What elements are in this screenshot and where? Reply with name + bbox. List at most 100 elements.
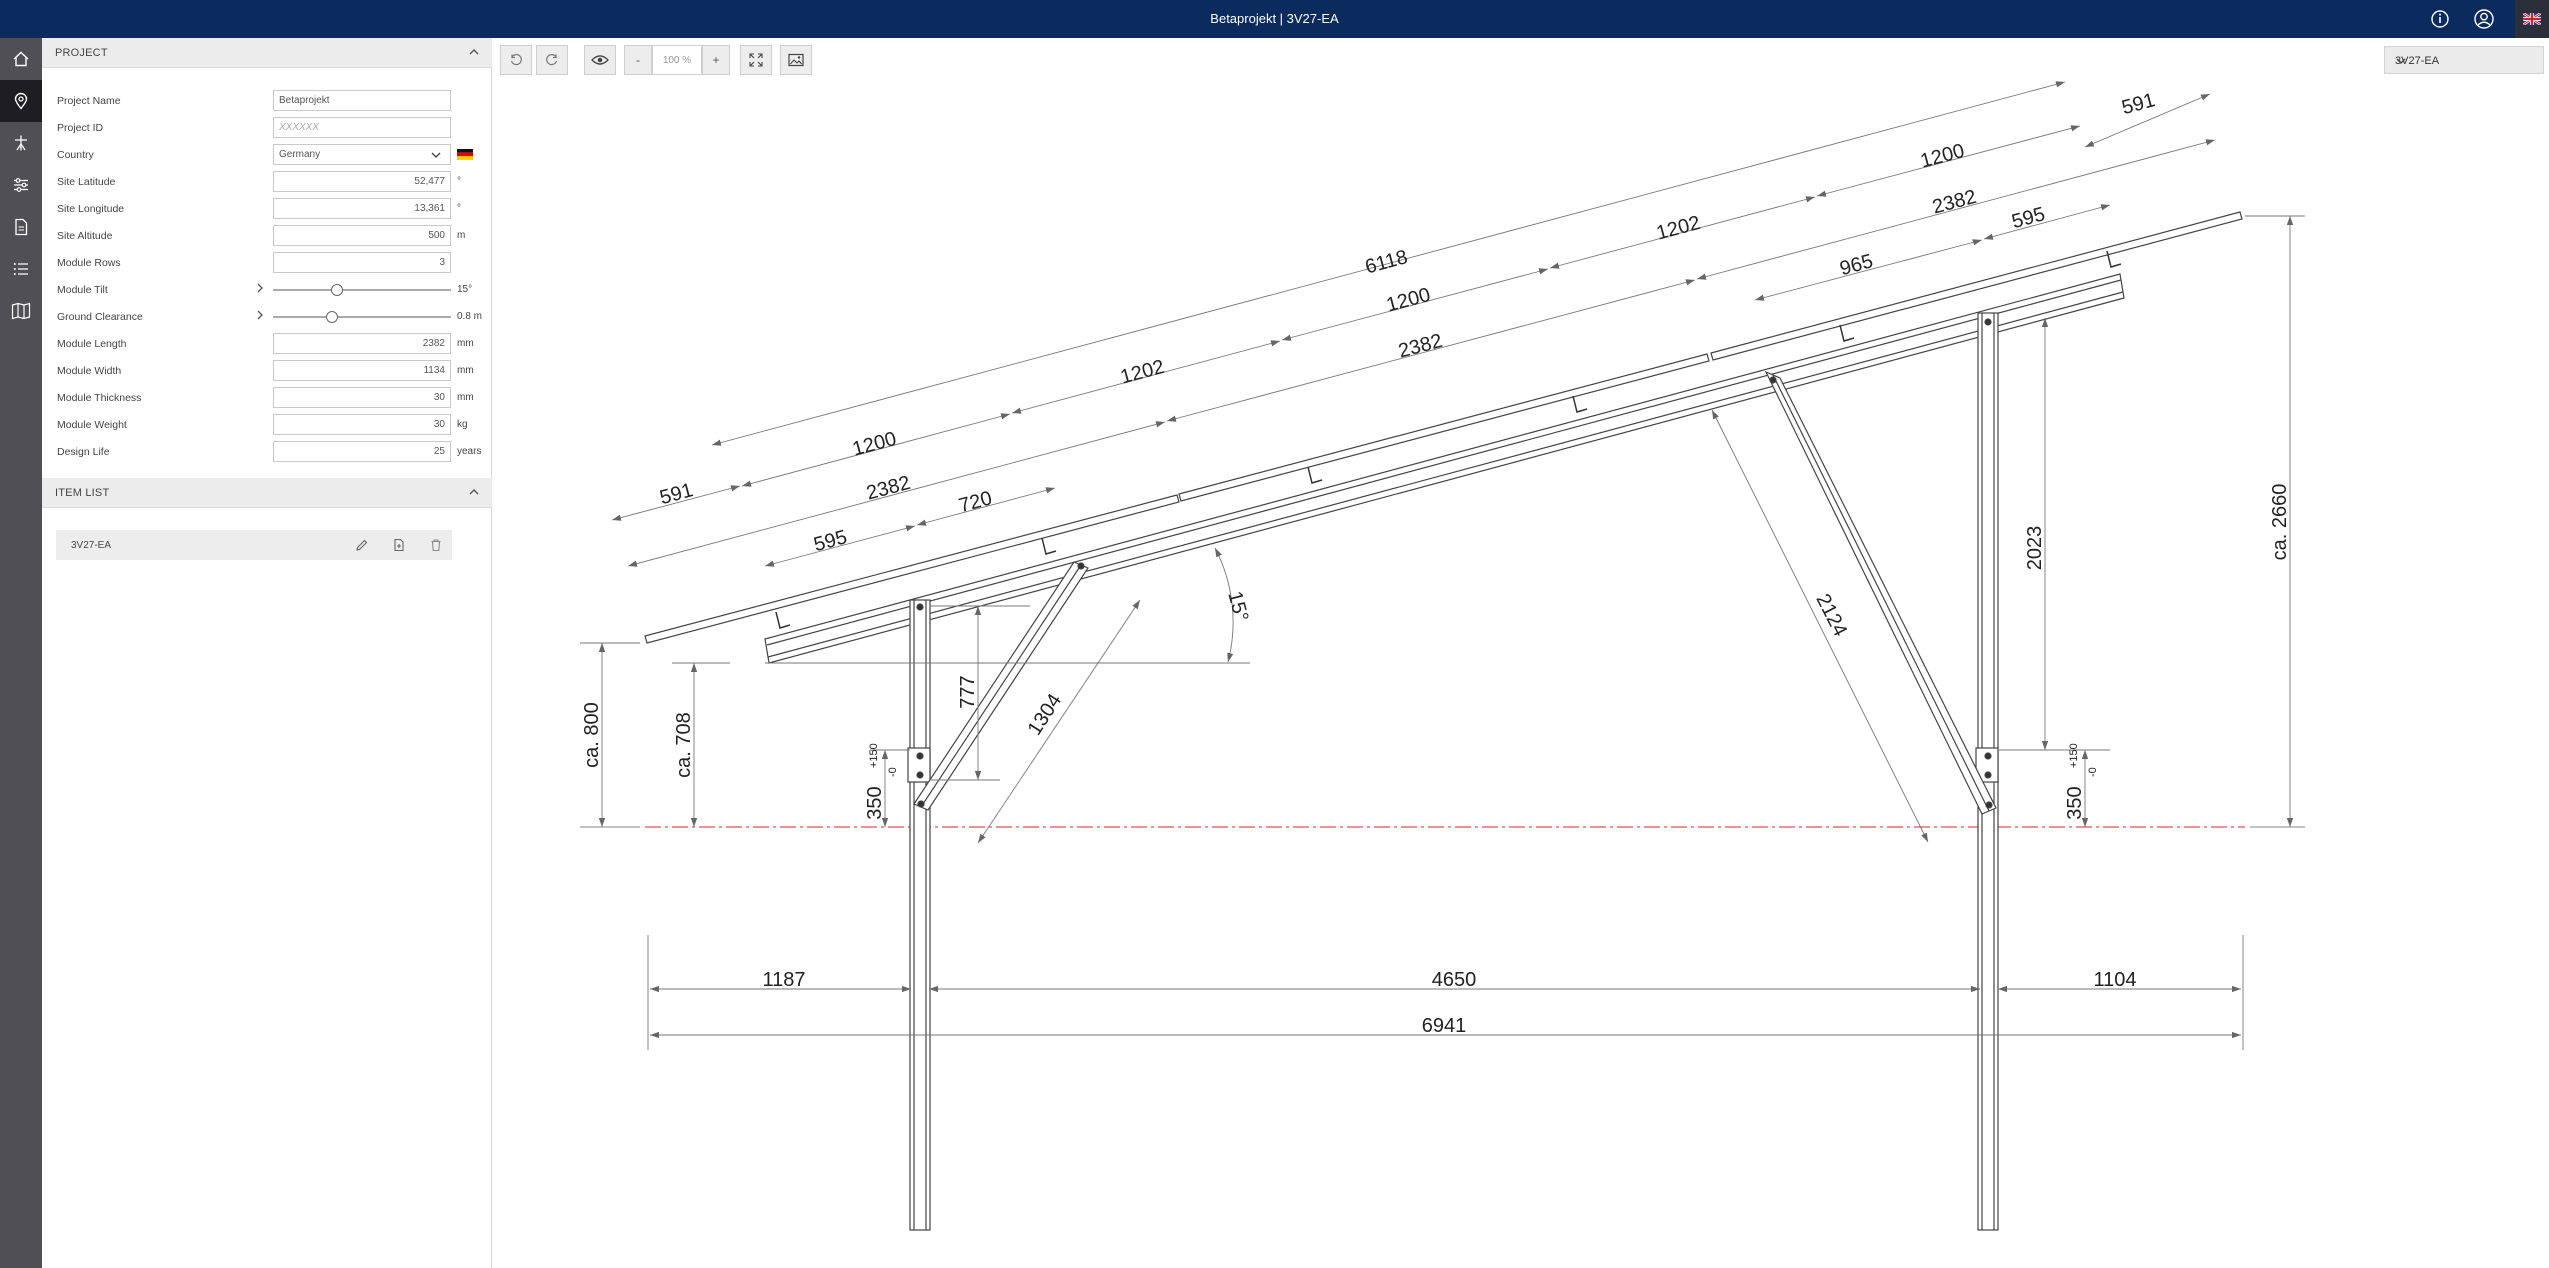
collapse-chevron-icon[interactable] xyxy=(468,486,480,501)
project-name-input[interactable]: Betaprojekt xyxy=(273,90,451,111)
zoom-out-button[interactable]: - xyxy=(624,45,652,75)
latitude-row: Site Latitude 52,477 ° xyxy=(42,169,492,195)
dim-segment: 1200 xyxy=(1384,284,1433,317)
country-select[interactable]: Germany xyxy=(273,144,451,165)
tol-plus-rear: +150 xyxy=(2068,743,2080,768)
item-list-section-header[interactable]: ITEM LIST xyxy=(42,478,492,508)
latitude-unit: ° xyxy=(457,176,461,187)
design-life-unit: years xyxy=(457,446,482,457)
longitude-input[interactable]: 13,361 xyxy=(273,198,451,219)
collapse-chevron-icon[interactable] xyxy=(468,46,480,61)
module-tilt-label: Module Tilt xyxy=(57,284,108,296)
dim-rear-height: 2023 xyxy=(2024,526,2046,571)
altitude-input[interactable]: 500 xyxy=(273,225,451,246)
ground-clearance-value: 0.8 m xyxy=(457,311,483,322)
module-tilt-slider-knob[interactable] xyxy=(331,284,344,296)
tolerance-labels: +150 -0 +150 -0 xyxy=(868,743,2099,777)
project-section-header[interactable]: PROJECT xyxy=(42,38,492,68)
location-pin-icon[interactable] xyxy=(0,80,42,122)
brace xyxy=(913,370,1997,815)
module-thickness-input[interactable]: 30 xyxy=(273,387,451,408)
dim-bottom-total: 6941 xyxy=(1422,1015,1467,1037)
rail-beam xyxy=(764,273,2125,664)
module-weight-unit: kg xyxy=(457,419,468,430)
dim-front-embed: 350 xyxy=(864,786,886,819)
dim-module-length: 2382 xyxy=(1930,186,1979,219)
purlin-brackets xyxy=(775,250,2122,629)
fit-screen-icon[interactable] xyxy=(740,45,772,75)
dim-bottom-rear: 1104 xyxy=(2093,969,2136,991)
module-length-unit: mm xyxy=(457,338,474,349)
document-icon[interactable] xyxy=(0,206,42,248)
project-name-label: Project Name xyxy=(57,95,121,107)
module-weight-label: Module Weight xyxy=(57,419,127,431)
map-icon[interactable] xyxy=(0,290,42,332)
redo-icon[interactable] xyxy=(536,45,568,75)
dim-module-length: 2382 xyxy=(1396,330,1445,363)
module-width-input[interactable]: 1134 xyxy=(273,360,451,381)
dimension-labels: 6118 591 591 1200 1202 1200 1202 1200 23… xyxy=(581,89,2291,1037)
dim-bottom-front: 1187 xyxy=(762,969,805,991)
dim-segment: 1202 xyxy=(1118,356,1167,389)
duplicate-icon[interactable] xyxy=(391,537,407,553)
item-name: 3V27-EA xyxy=(71,540,112,551)
user-icon[interactable] xyxy=(2469,4,2499,34)
dim-rear-embed: 350 xyxy=(2064,786,2086,819)
module-width-label: Module Width xyxy=(57,365,122,377)
dimension-lines xyxy=(580,81,2305,1050)
longitude-label: Site Longitude xyxy=(57,203,125,215)
chevron-down-icon xyxy=(430,149,442,164)
project-panel: PROJECT Project Name Betaprojekt Project… xyxy=(42,38,492,1268)
nav-rail xyxy=(0,38,42,1268)
sliders-icon[interactable] xyxy=(0,164,42,206)
ground-clearance-slider-knob[interactable] xyxy=(325,311,338,323)
expand-chevron-icon[interactable] xyxy=(254,282,266,297)
front-post xyxy=(907,599,931,1231)
design-life-input[interactable]: 25 xyxy=(273,441,451,462)
list-icon[interactable] xyxy=(0,248,42,290)
expand-chevron-icon[interactable] xyxy=(254,309,266,324)
module-length-input[interactable]: 2382 xyxy=(273,333,451,354)
home-icon[interactable] xyxy=(0,38,42,80)
window-title: Betaprojekt | 3V27-EA xyxy=(1210,11,1339,26)
dim-total-height: ca. 2660 xyxy=(2269,484,2291,561)
tilt-angle-label: 15° xyxy=(1223,589,1252,624)
structure-drawing: 6118 591 591 1200 1202 1200 1202 1200 23… xyxy=(580,81,2305,1231)
tol-minus-rear: -0 xyxy=(2087,767,2099,777)
module-length-row: Module Length 2382 mm xyxy=(42,331,492,357)
dim-front-post: 777 xyxy=(957,675,979,708)
delete-trash-icon[interactable] xyxy=(428,537,444,553)
project-id-input[interactable]: XXXXXX xyxy=(273,117,451,138)
zoom-in-button[interactable]: + xyxy=(702,45,730,75)
germany-flag-icon xyxy=(457,149,473,163)
structure-icon[interactable] xyxy=(0,122,42,164)
module-tilt-slider[interactable] xyxy=(273,289,451,291)
ground-clearance-slider[interactable] xyxy=(273,316,451,318)
module-thickness-row: Module Thickness 30 mm xyxy=(42,385,492,411)
dim-front-brace: 1304 xyxy=(1024,690,1067,739)
list-item[interactable]: 3V27-EA xyxy=(56,530,452,560)
zoom-level-field[interactable]: 100 % xyxy=(652,45,702,75)
ground-clearance-row: Ground Clearance 0.8 m xyxy=(42,304,492,330)
uk-flag-icon[interactable] xyxy=(2515,0,2549,38)
module-thickness-label: Module Thickness xyxy=(57,392,142,404)
view-eye-icon[interactable] xyxy=(584,45,616,75)
rear-post xyxy=(1975,312,1999,1231)
country-label: Country xyxy=(57,149,94,161)
info-icon[interactable] xyxy=(2425,4,2455,34)
module-length-label: Module Length xyxy=(57,338,127,350)
edit-pencil-icon[interactable] xyxy=(354,537,370,553)
project-section-title: PROJECT xyxy=(55,47,108,59)
module-width-row: Module Width 1134 mm xyxy=(42,358,492,384)
module-weight-input[interactable]: 30 xyxy=(273,414,451,435)
tol-minus-front: -0 xyxy=(887,767,899,777)
dim-overhang-rear: 591 xyxy=(2119,89,2157,119)
variant-select[interactable]: 3V27-EA xyxy=(2384,46,2544,74)
dim-segment: 1200 xyxy=(850,428,899,461)
undo-icon[interactable] xyxy=(500,45,532,75)
latitude-input[interactable]: 52,477 xyxy=(273,171,451,192)
project-id-label: Project ID xyxy=(57,122,104,134)
module-rows-input[interactable]: 3 xyxy=(273,252,451,273)
chevron-down-icon xyxy=(2395,55,2535,70)
export-image-icon[interactable] xyxy=(780,45,812,75)
